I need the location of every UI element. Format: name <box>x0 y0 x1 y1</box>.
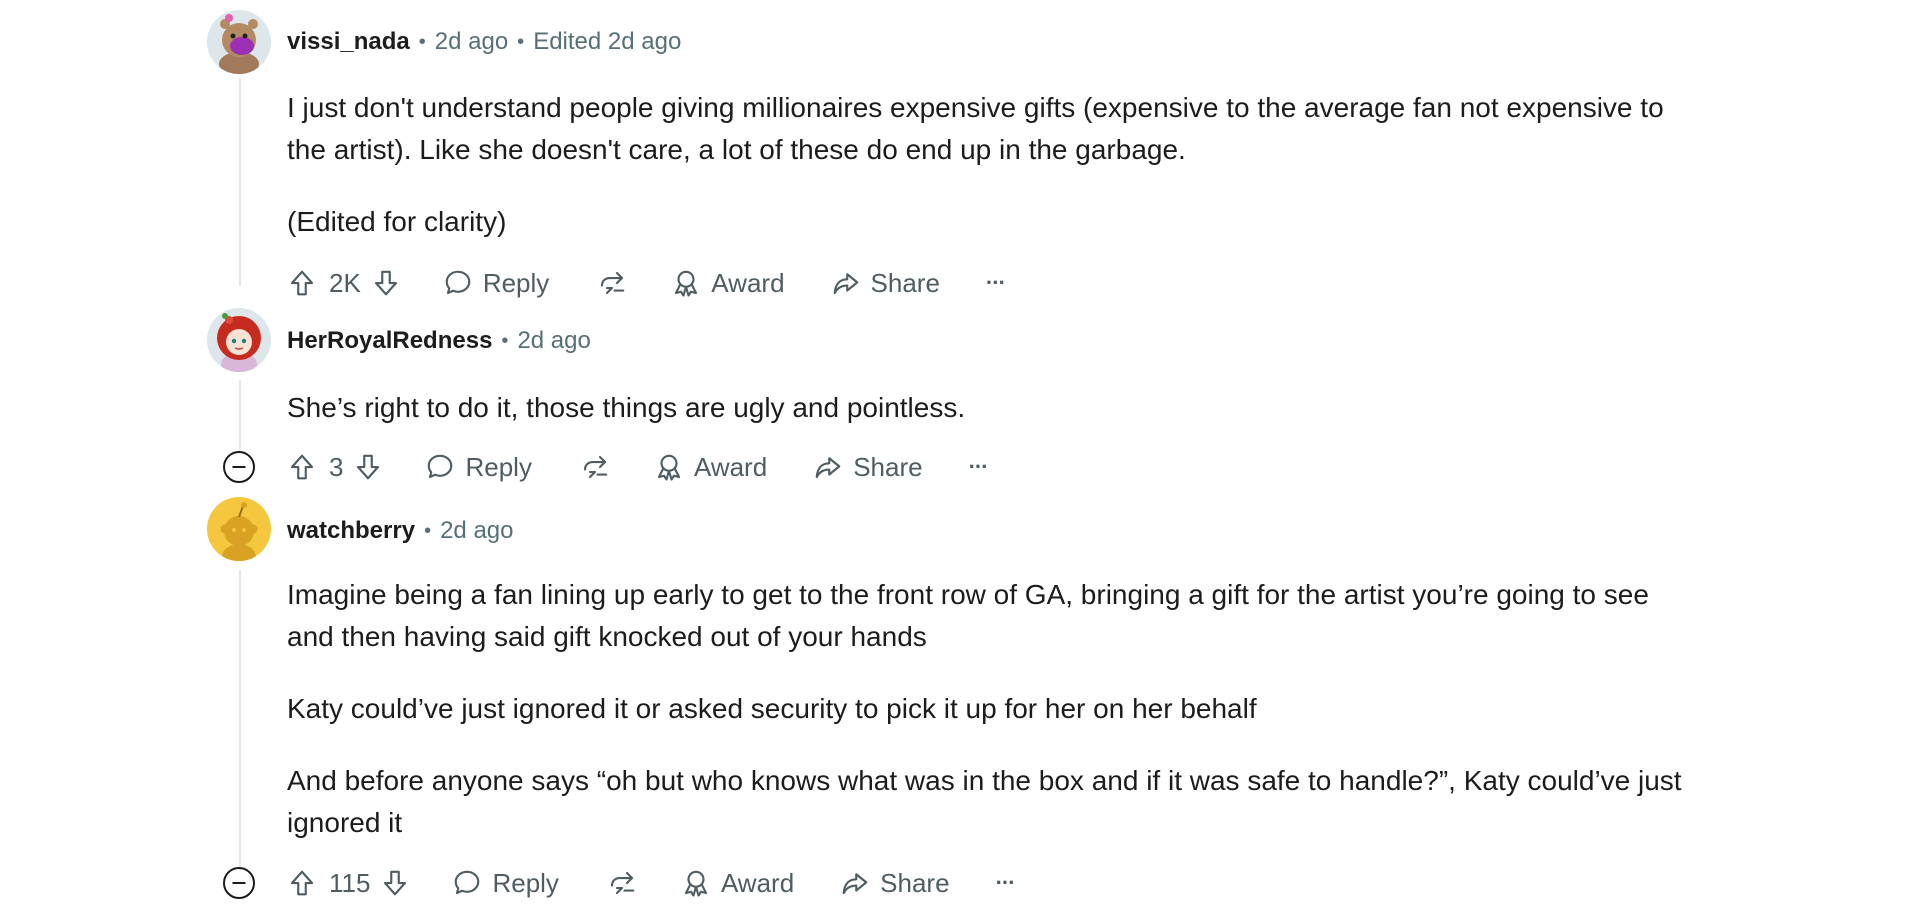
comment-edited: Edited 2d ago <box>533 28 682 55</box>
comment-bubble-icon <box>428 454 453 479</box>
comment-action-bar: 3 Reply Award Share ··· <box>287 445 989 489</box>
thread-line-2[interactable] <box>239 380 241 452</box>
share-icon <box>833 273 858 295</box>
collapse-thread-button[interactable] <box>222 450 256 484</box>
crosspost-button[interactable] <box>607 868 637 898</box>
collapse-minus-icon <box>223 451 255 483</box>
avatar[interactable] <box>207 497 271 561</box>
award-button[interactable]: Award <box>671 267 785 299</box>
avatar[interactable] <box>207 308 271 372</box>
crosspost-button[interactable] <box>597 268 627 298</box>
comment-time[interactable]: 2d ago <box>435 28 508 56</box>
more-options-button[interactable]: ··· <box>985 270 1006 296</box>
collapse-minus-icon <box>223 867 255 899</box>
more-options-button[interactable]: ··· <box>995 870 1016 896</box>
avatar[interactable] <box>207 10 271 74</box>
upvote-button[interactable] <box>287 452 317 482</box>
comment-paragraph: I just don't understand people giving mi… <box>287 92 1664 165</box>
reply-button[interactable]: Reply <box>452 867 559 899</box>
award-label: Award <box>720 867 795 898</box>
meta-separator: • <box>424 519 432 542</box>
vote-count: 115 <box>329 867 371 898</box>
reply-button[interactable]: Reply <box>443 268 549 299</box>
thread-line-1[interactable] <box>239 78 241 286</box>
snoo-avatar-purple-icon <box>207 10 271 74</box>
comment-body: She’s right to do it, those things are u… <box>287 387 1687 429</box>
award-icon <box>684 870 707 897</box>
crosspost-icon <box>601 271 625 295</box>
share-label: Share <box>880 867 950 898</box>
comment-author[interactable]: watchberry <box>287 517 415 545</box>
thread-line-3[interactable] <box>239 570 241 870</box>
share-label: Share <box>870 267 940 298</box>
more-options-icon: ··· <box>968 454 989 479</box>
upvote-button[interactable] <box>287 268 317 298</box>
crosspost-button[interactable] <box>580 452 610 482</box>
share-icon <box>842 873 868 895</box>
comment-action-bar: 2K Reply Award Share ··· <box>287 261 1006 305</box>
award-icon <box>657 454 681 481</box>
snoo-avatar-red-hair-icon <box>207 308 271 372</box>
comment-paragraph: Katy could’ve just ignored it or asked s… <box>287 693 1257 724</box>
comment-bubble-icon <box>445 270 471 295</box>
downvote-arrow-icon <box>357 454 380 480</box>
upvote-arrow-icon <box>290 454 314 480</box>
downvote-arrow-icon <box>384 870 407 896</box>
more-options-icon: ··· <box>985 270 1006 295</box>
vote-count: 3 <box>329 451 344 482</box>
downvote-arrow-icon <box>374 270 397 296</box>
upvote-button[interactable] <box>287 868 317 898</box>
comment-paragraph: (Edited for clarity) <box>287 206 507 237</box>
share-icon <box>815 457 841 479</box>
meta-separator: • <box>501 329 509 352</box>
upvote-arrow-icon <box>290 270 314 296</box>
award-button[interactable]: Award <box>681 868 794 899</box>
reply-button[interactable]: Reply <box>425 451 532 483</box>
share-button[interactable]: Share <box>813 451 923 483</box>
crosspost-icon <box>583 455 608 479</box>
comment-time[interactable]: 2d ago <box>440 517 513 545</box>
more-options-button[interactable]: ··· <box>968 454 989 480</box>
comment-paragraph: Imagine being a fan lining up early to g… <box>287 579 1649 652</box>
collapse-thread-button[interactable] <box>222 866 256 900</box>
award-icon <box>675 270 698 297</box>
reply-label: Reply <box>492 867 559 898</box>
reply-label: Reply <box>465 451 532 482</box>
downvote-button[interactable] <box>353 452 383 482</box>
comment-meta: HerRoyalRedness • 2d ago <box>287 326 591 356</box>
award-button[interactable]: Award <box>654 452 767 483</box>
comment-body: I just don't understand people giving mi… <box>287 87 1687 243</box>
share-button[interactable]: Share <box>831 268 940 299</box>
comment-body: Imagine being a fan lining up early to g… <box>287 574 1687 844</box>
comment-time[interactable]: 2d ago <box>517 327 590 355</box>
upvote-arrow-icon <box>290 870 314 896</box>
award-label: Award <box>693 451 768 482</box>
more-options-icon: ··· <box>995 870 1016 895</box>
vote-count: 2K <box>329 267 361 298</box>
comment-paragraph: And before anyone says “oh but who knows… <box>287 765 1682 838</box>
downvote-button[interactable] <box>371 268 401 298</box>
reply-label: Reply <box>482 267 550 298</box>
crosspost-icon <box>610 871 635 895</box>
comment-author[interactable]: vissi_nada <box>287 28 410 56</box>
downvote-button[interactable] <box>380 868 410 898</box>
share-button[interactable]: Share <box>840 867 950 899</box>
meta-separator: • <box>517 30 525 53</box>
award-label: Award <box>711 267 785 298</box>
comment-paragraph: She’s right to do it, those things are u… <box>287 392 966 423</box>
comment-bubble-icon <box>455 870 480 895</box>
meta-separator: • <box>418 30 426 53</box>
share-label: Share <box>853 451 923 482</box>
comment-author[interactable]: HerRoyalRedness <box>287 327 492 355</box>
comment-meta: vissi_nada • 2d ago • Edited 2d ago <box>287 27 681 57</box>
comment-action-bar: 115 Reply Award Share ··· <box>287 861 1016 905</box>
default-snoo-avatar-icon <box>207 497 271 561</box>
comment-meta: watchberry • 2d ago <box>287 516 513 546</box>
